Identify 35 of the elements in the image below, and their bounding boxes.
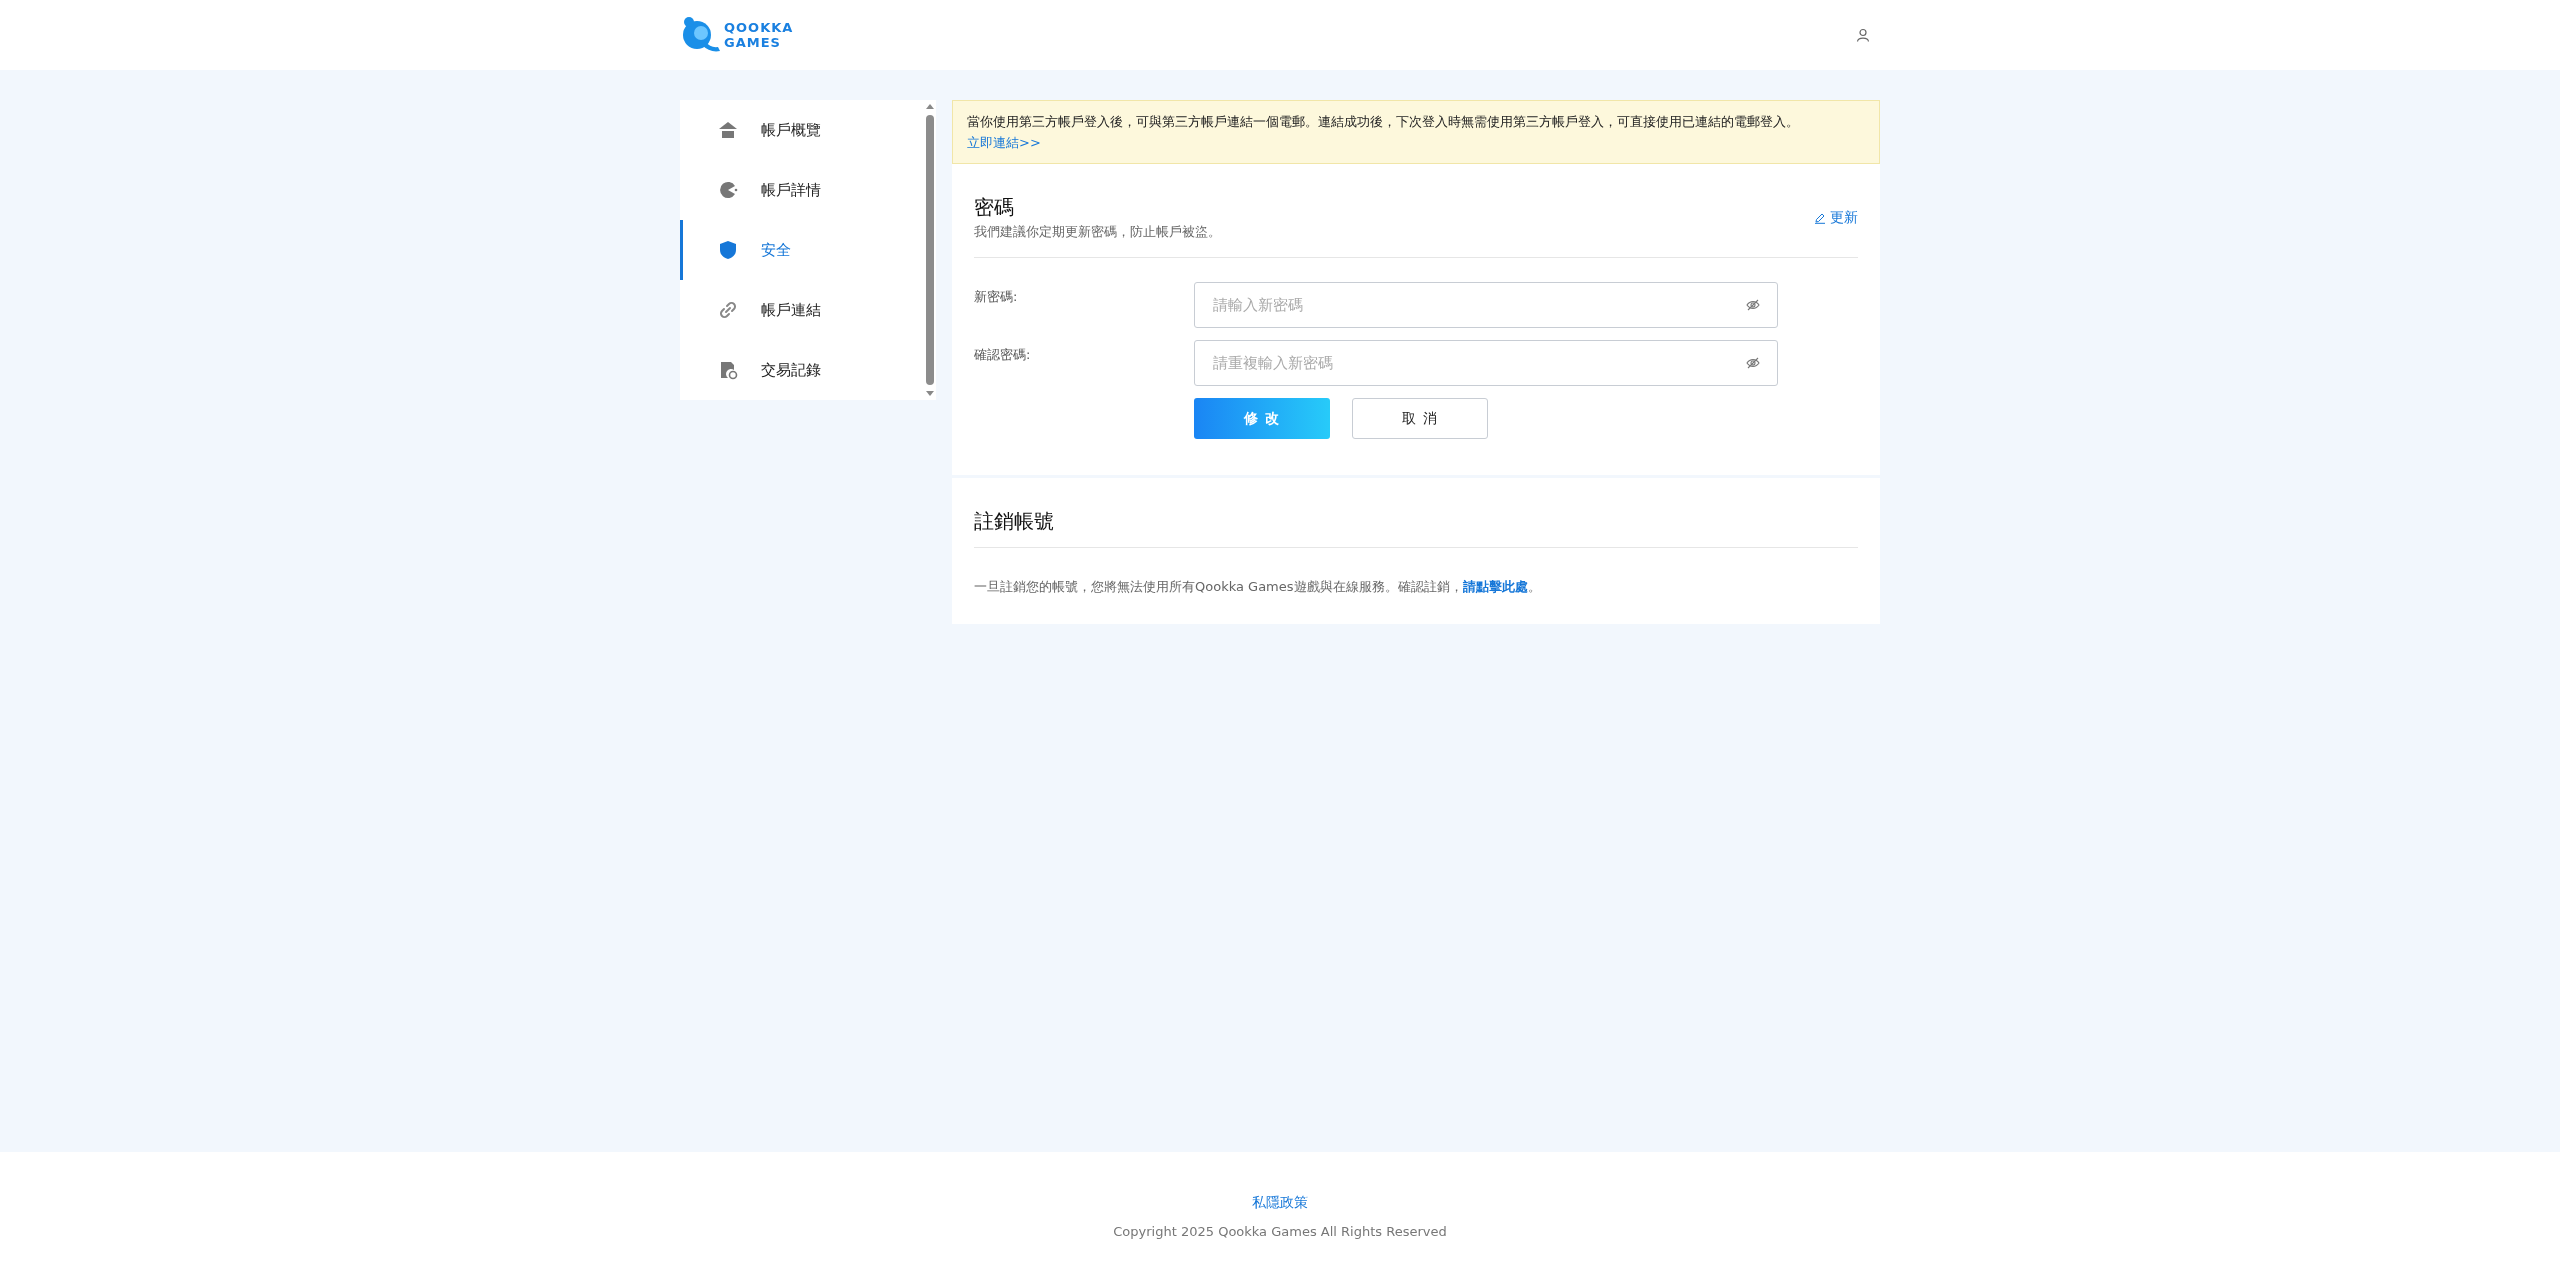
password-field[interactable]: 請輸入新密碼 <box>1194 282 1778 328</box>
link-icon <box>718 300 738 320</box>
sidebar-item[interactable]: 帳戶連結 <box>680 280 924 340</box>
user-icon[interactable] <box>1856 28 1870 42</box>
hidden-eye-icon[interactable] <box>1746 298 1760 312</box>
password-field[interactable]: 請重複輸入新密碼 <box>1194 340 1778 386</box>
connect-link[interactable]: 立即連結>> <box>967 135 1041 150</box>
copyright-text: Copyright 2025 Qookka Games All Rights Reserved <box>1113 1224 1447 1239</box>
sidebar-label: 帳戶概覽 <box>761 120 821 140</box>
sidebar-label: 帳戶連結 <box>761 300 821 320</box>
sidebar-item[interactable]: 交易記錄 <box>680 340 924 400</box>
house-icon <box>718 120 738 140</box>
section-title: 註銷帳號 <box>974 508 1858 548</box>
sidebar-label: 交易記錄 <box>761 360 821 380</box>
shield-icon <box>718 240 738 260</box>
pencil-icon <box>1814 211 1826 224</box>
update-link[interactable]: 更新 <box>1814 208 1858 227</box>
privacy-link[interactable]: 私隱政策 <box>1252 1194 1308 1212</box>
sidebar-item[interactable]: 帳戶詳情 <box>680 160 924 220</box>
logo-text: QOOKKA GAMES <box>724 20 794 50</box>
delete-link[interactable]: 請點擊此處 <box>1462 579 1528 594</box>
sidebar-label: 帳戶詳情 <box>761 180 821 200</box>
submit-button[interactable]: 修 改 <box>1194 398 1330 439</box>
notice-text: 當你使用第三方帳戶登入後，可與第三方帳戶連結一個電郵。連結成功後，下次登入時無需使用第三方帳戶登入，可直接使用已連結的電郵登入。 立即連結>> <box>967 113 1800 152</box>
field-label: 確認密碼: <box>974 346 1032 364</box>
hidden-eye-icon[interactable] <box>1746 356 1760 370</box>
sidebar-label: 安全 <box>761 240 791 260</box>
document-clock-icon <box>718 360 738 380</box>
sidebar-item[interactable]: 帳戶概覽 <box>680 100 924 160</box>
section-title: 密碼 <box>974 194 1015 221</box>
field-label: 新密碼: <box>974 288 1019 306</box>
pacman-icon <box>718 180 738 200</box>
delete-warning-text: 一旦註銷您的帳號，您將無法使用所有Qookka Games遊戲與在線服務。確認註銷，請點擊此處。 <box>974 578 1542 596</box>
cancel-button[interactable]: 取 消 <box>1352 398 1488 439</box>
section-subtitle: 我們建議你定期更新密碼，防止帳戶被盜。 <box>974 223 1221 241</box>
